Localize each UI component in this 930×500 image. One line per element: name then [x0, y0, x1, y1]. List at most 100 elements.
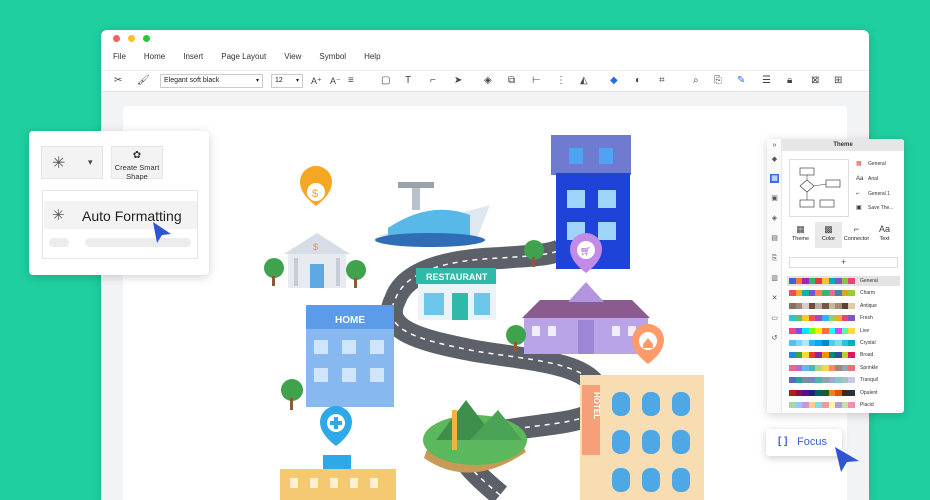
hotel-pin: [632, 324, 664, 364]
color-swatch: [828, 364, 836, 371]
color-theme-row[interactable]: Tranquil: [787, 375, 900, 385]
color-theme-row[interactable]: Opulent: [787, 388, 900, 398]
color-swatch: [835, 364, 842, 371]
placeholder-bar: [85, 238, 191, 247]
color-swatch: [808, 352, 816, 359]
color-swatch: [848, 340, 855, 346]
color-swatch: [789, 315, 796, 322]
color-swatch: [795, 364, 803, 371]
restaurant-sign: RESTAURANT: [426, 272, 488, 282]
color-swatch: [835, 389, 842, 396]
color-swatches: [789, 290, 855, 297]
color-swatch: [828, 402, 836, 408]
tab-theme[interactable]: ▦ Theme: [787, 222, 814, 248]
home-sign: HOME: [335, 315, 365, 326]
school-building: [522, 282, 650, 354]
color-swatch: [789, 402, 796, 408]
color-theme-row[interactable]: Broad: [787, 350, 900, 360]
history-icon[interactable]: ↺: [770, 334, 779, 343]
tab-text[interactable]: Aa Text: [871, 222, 898, 248]
color-swatch: [795, 278, 803, 284]
color-swatch: [821, 389, 829, 396]
color-swatch: [835, 290, 842, 297]
theme-grid-icon[interactable]: ▦: [770, 174, 779, 183]
color-swatch: [789, 278, 796, 284]
text-icon: Aa: [878, 224, 890, 234]
image-icon[interactable]: ▣: [770, 194, 779, 203]
color-theme-name: Sprinkle: [860, 364, 879, 371]
color-swatch: [789, 290, 796, 297]
color-swatches: [789, 352, 855, 359]
color-swatch: [795, 377, 803, 384]
color-swatch: [828, 315, 836, 322]
color-theme-name: Placid: [860, 402, 874, 408]
color-swatch: [848, 315, 855, 322]
color-swatches: [789, 278, 855, 284]
create-smart-shape-label: Create Smart Shape: [114, 163, 160, 181]
color-swatch: [815, 327, 822, 334]
color-theme-name: General: [860, 278, 878, 284]
color-theme-row[interactable]: Sprinkle: [787, 363, 900, 373]
svg-text:$: $: [312, 188, 318, 200]
fill-icon[interactable]: ◆: [770, 155, 779, 164]
theme-option-general[interactable]: ▦ General: [856, 161, 886, 168]
color-swatch: [802, 402, 809, 408]
presentation-icon[interactable]: ▭: [770, 314, 779, 323]
color-theme-name: Tranquil: [860, 377, 878, 384]
create-smart-shape-button[interactable]: ✿ Create Smart Shape: [111, 146, 163, 181]
color-swatch: [828, 377, 836, 384]
color-theme-row[interactable]: Charm: [787, 288, 900, 298]
color-swatch: [802, 290, 809, 297]
color-theme-row[interactable]: Antique: [787, 301, 900, 311]
color-swatch: [815, 402, 822, 408]
data-icon[interactable]: ▥: [770, 274, 779, 283]
color-swatches: [789, 389, 855, 396]
tab-color[interactable]: ▩ Color: [815, 222, 842, 248]
color-swatch: [828, 327, 836, 334]
color-swatch: [815, 290, 822, 297]
color-swatch: [789, 340, 796, 346]
collapse-icon[interactable]: »: [770, 141, 779, 150]
auto-formatting-button[interactable]: ✳ Auto Formatting: [44, 201, 197, 229]
attachment-icon[interactable]: ⎘: [770, 254, 779, 263]
color-swatch: [795, 327, 803, 334]
sparkle-icon: ✳: [52, 155, 66, 172]
color-swatch: [789, 377, 796, 384]
color-swatch: [835, 340, 842, 346]
color-swatch: [835, 327, 842, 334]
color-swatch: [828, 290, 836, 297]
connector-icon: ⌐: [856, 191, 860, 197]
smart-shape-dropdown[interactable]: ✳ ▾: [41, 146, 103, 179]
theme-option-connector[interactable]: ⌐ General 1: [856, 191, 890, 198]
auto-formatting-panel: ✳ ▾ ✿ Create Smart Shape ✳ Auto Formatti…: [29, 131, 209, 275]
focus-button[interactable]: [ ] Focus: [766, 429, 842, 456]
connector-icon: ⌐: [853, 224, 860, 234]
color-swatch: [802, 340, 809, 346]
theme-option-font[interactable]: Aa Arial: [856, 176, 878, 183]
tab-connector[interactable]: ⌐ Connector: [843, 222, 870, 248]
page-icon[interactable]: ▤: [770, 234, 779, 243]
color-theme-row[interactable]: Crystal: [787, 338, 900, 348]
color-theme-row[interactable]: Placid: [787, 400, 900, 410]
color-swatch: [821, 327, 829, 334]
color-theme-row[interactable]: General: [787, 276, 900, 286]
hotel-building: HOTEL: [580, 375, 704, 500]
panel-title: Theme: [782, 139, 904, 151]
color-swatch: [848, 402, 855, 408]
color-theme-row[interactable]: Live: [787, 326, 900, 336]
color-swatch: [802, 327, 809, 334]
color-swatch: [848, 278, 855, 284]
color-swatch: [789, 389, 796, 396]
add-theme-button[interactable]: +: [789, 257, 898, 268]
layers-icon[interactable]: ◈: [770, 214, 779, 223]
theme-option-save[interactable]: ▣ Save The...: [856, 205, 893, 212]
color-swatch: [808, 290, 816, 297]
sparkle-icon: ✳: [52, 207, 65, 224]
color-swatch: [821, 402, 829, 408]
auto-formatting-box: ✳ Auto Formatting: [42, 190, 198, 259]
color-swatch: [835, 402, 842, 408]
color-theme-name: Live: [860, 327, 870, 334]
color-swatches: [789, 364, 855, 371]
shuffle-icon[interactable]: ✕: [770, 294, 779, 303]
color-theme-row[interactable]: Fresh: [787, 313, 900, 323]
